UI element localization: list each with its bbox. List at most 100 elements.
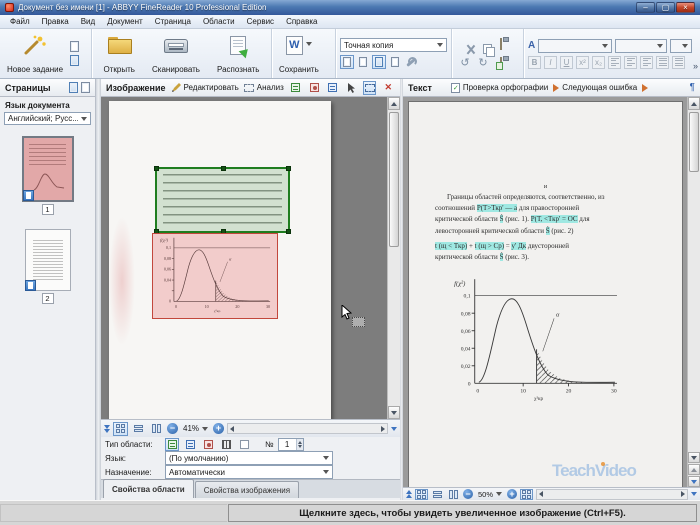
document-language-select[interactable]: Английский; Русс... <box>4 112 91 125</box>
collapse-icon[interactable] <box>104 424 110 433</box>
edit-image-button[interactable]: Редактировать <box>171 82 239 93</box>
new-task-button[interactable]: Новое задание <box>4 32 66 76</box>
menu-item-view[interactable]: Вид <box>75 15 101 28</box>
paste-special-button[interactable] <box>500 57 502 69</box>
layout-text-button[interactable] <box>372 55 386 69</box>
image-area-region[interactable]: f(χ²) 0,1 0,08 0,06 0,04 0 0 10 20 30 χ²… <box>152 233 278 319</box>
menu-item-file[interactable]: Файл <box>4 15 36 28</box>
area-type-image-button[interactable] <box>201 438 215 451</box>
scrollbar-thumb[interactable] <box>689 112 699 172</box>
layout-editable-button[interactable] <box>356 55 370 69</box>
align-left-button[interactable] <box>608 55 621 69</box>
text-area-region[interactable] <box>154 166 291 234</box>
underline-button[interactable]: U <box>560 55 573 69</box>
align-right-button[interactable] <box>640 55 653 69</box>
recognized-page[interactable]: и Границы областей определяются, соответ… <box>408 101 683 487</box>
font-size-select[interactable] <box>670 38 693 53</box>
image-vertical-scrollbar[interactable] <box>387 97 400 419</box>
text-vertical-scrollbar[interactable] <box>687 97 700 487</box>
superscript-button[interactable]: x² <box>576 55 589 69</box>
status-message[interactable]: Щелкните здесь, чтобы увидеть увеличенно… <box>228 504 697 522</box>
layout-plain-button[interactable] <box>388 55 402 69</box>
view-horizontal-button[interactable] <box>131 422 146 436</box>
font-family-select[interactable] <box>538 38 613 53</box>
layout-exact-button[interactable] <box>340 55 354 69</box>
recognize-button[interactable]: Распознать <box>214 32 262 76</box>
text-viewer[interactable]: и Границы областей определяются, соответ… <box>403 97 700 487</box>
save-dropdown-arrow[interactable] <box>305 42 312 46</box>
maximize-button[interactable]: ▢ <box>656 2 675 13</box>
font-style-select[interactable] <box>615 38 668 53</box>
error-nav-icon[interactable] <box>642 83 649 92</box>
save-pages-icon[interactable] <box>69 82 78 93</box>
minimize-button[interactable]: – <box>636 2 655 13</box>
redo-button[interactable]: ↻ <box>478 57 487 69</box>
zoom-out-button[interactable]: − <box>167 423 178 434</box>
previous-page-button[interactable] <box>688 464 700 475</box>
menu-item-document[interactable]: Документ <box>101 15 149 28</box>
menu-item-edit[interactable]: Правка <box>36 15 75 28</box>
scrollbar-thumb[interactable] <box>389 112 399 247</box>
duplicate-page-icon[interactable] <box>70 55 80 66</box>
undo-button[interactable]: ↺ <box>460 57 469 69</box>
next-error-button[interactable]: Следующая ошибка <box>553 83 637 92</box>
page-thumbnail-1[interactable] <box>21 136 74 202</box>
pilcrow-button[interactable]: ¶ <box>690 82 695 93</box>
page-number-1[interactable]: 1 <box>41 204 54 215</box>
panel-menu-icon[interactable] <box>391 426 397 431</box>
view-vertical-button[interactable] <box>149 422 164 436</box>
collapse-icon[interactable] <box>406 490 412 498</box>
scroll-down-button[interactable] <box>388 406 400 419</box>
scroll-down-button[interactable] <box>688 452 700 463</box>
image-horizontal-scrollbar[interactable] <box>227 423 388 434</box>
view-vertical-button[interactable] <box>447 489 460 500</box>
select-tool-button[interactable] <box>344 81 358 95</box>
draw-table-area-button[interactable] <box>326 81 340 95</box>
zoom-level-select[interactable]: 41% <box>181 424 210 433</box>
italic-button[interactable]: I <box>544 55 557 69</box>
menu-item-areas[interactable]: Области <box>197 15 241 28</box>
tab-area-properties[interactable]: Свойства области <box>103 479 194 498</box>
area-type-recognition-button[interactable] <box>237 438 251 451</box>
mode-select[interactable]: Точная копия <box>340 38 447 52</box>
next-page-button[interactable] <box>688 476 700 487</box>
view-split-button[interactable] <box>415 488 428 500</box>
recognition-area-button[interactable] <box>362 80 377 95</box>
area-number-spinner[interactable]: 1 <box>277 438 304 451</box>
options-button[interactable] <box>404 55 418 69</box>
delete-area-button[interactable]: ✕ <box>381 81 395 95</box>
zoom-in-button[interactable]: + <box>213 423 225 434</box>
line-spacing-button[interactable] <box>672 55 685 69</box>
tab-image-properties[interactable]: Свойства изображения <box>194 481 300 498</box>
text-horizontal-scrollbar[interactable] <box>536 488 688 500</box>
fit-page-button[interactable] <box>520 488 534 500</box>
align-center-button[interactable] <box>624 55 637 69</box>
menu-item-help[interactable]: Справка <box>280 15 323 28</box>
zoom-in-button[interactable]: + <box>507 489 518 499</box>
bold-button[interactable]: B <box>528 55 541 69</box>
add-page-icon[interactable] <box>81 82 90 93</box>
align-justify-button[interactable] <box>656 55 669 69</box>
spellcheck-button[interactable]: ✓ Проверка орфографии <box>450 82 548 93</box>
copy-page-icon[interactable] <box>70 41 80 52</box>
menu-item-tools[interactable]: Сервис <box>241 15 280 28</box>
page-number-2[interactable]: 2 <box>41 293 54 304</box>
menu-item-page[interactable]: Страница <box>149 15 197 28</box>
area-language-select[interactable]: (По умолчанию) <box>165 451 333 465</box>
analyze-button[interactable]: Анализ <box>243 83 284 92</box>
paste-button[interactable] <box>500 38 502 50</box>
area-type-text-button[interactable] <box>165 438 179 451</box>
toolbar-overflow-button[interactable]: » <box>693 61 698 71</box>
subscript-button[interactable]: x₂ <box>592 55 605 69</box>
view-horizontal-button[interactable] <box>431 489 444 500</box>
scroll-up-button[interactable] <box>388 97 400 110</box>
zoom-out-button[interactable]: − <box>463 489 473 499</box>
area-type-table-button[interactable] <box>183 438 197 451</box>
page-thumbnail-2[interactable] <box>24 229 71 291</box>
panel-menu-icon[interactable] <box>691 492 697 496</box>
zoom-level-select[interactable]: 50% <box>476 490 504 499</box>
area-purpose-select[interactable]: Автоматически <box>165 465 333 479</box>
view-split-button[interactable] <box>113 421 128 436</box>
area-type-barcode-button[interactable] <box>219 438 233 451</box>
draw-image-area-button[interactable] <box>307 81 321 95</box>
